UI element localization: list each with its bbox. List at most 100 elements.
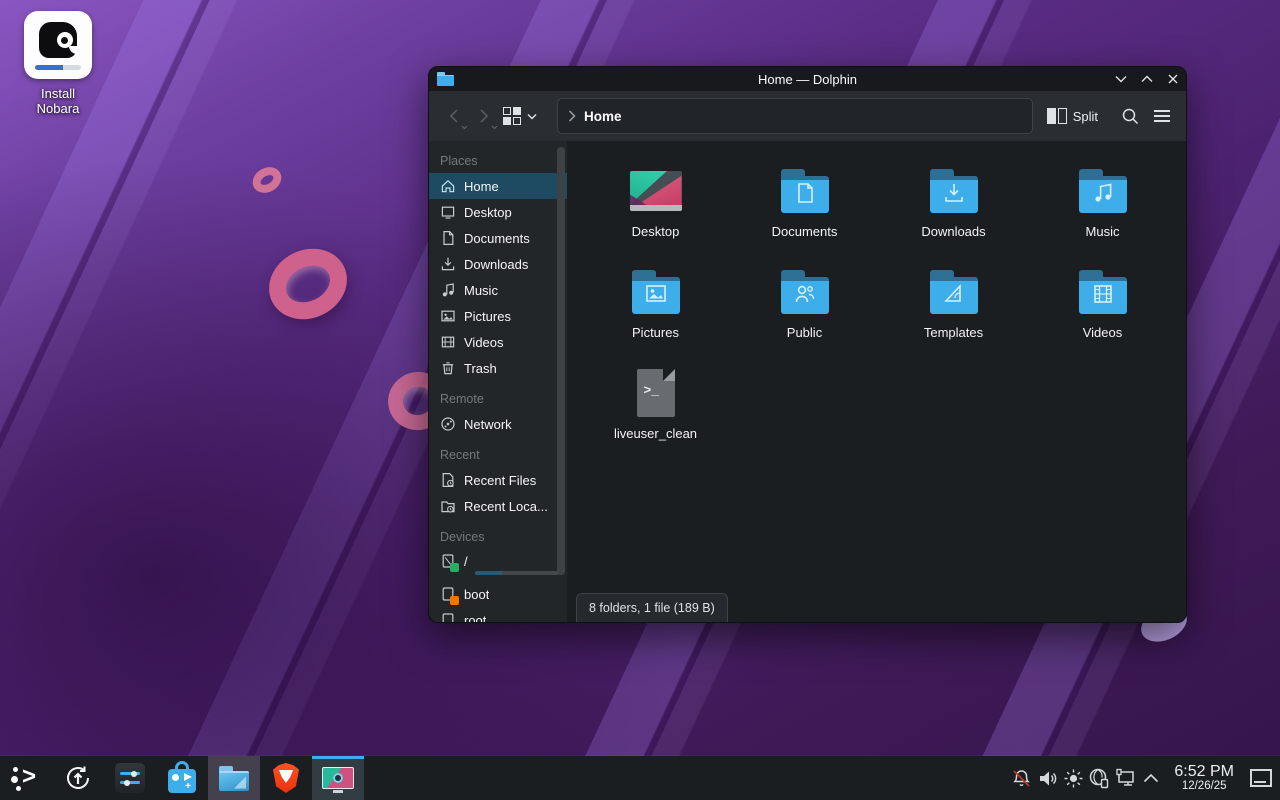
close-button[interactable]	[1160, 67, 1186, 91]
file-item-downloads[interactable]: Downloads	[879, 161, 1028, 262]
back-button[interactable]	[439, 99, 469, 133]
search-icon	[1121, 107, 1139, 125]
discover-button[interactable]: +	[156, 756, 208, 800]
sidebar-item-root-fs[interactable]: /	[429, 549, 567, 581]
sidebar-item-root[interactable]: root	[429, 607, 567, 623]
split-button[interactable]: Split	[1047, 108, 1098, 124]
network-globe-icon	[440, 416, 456, 432]
network-button[interactable]	[1112, 756, 1138, 800]
sidebar-item-boot[interactable]: boot	[429, 581, 567, 607]
shell-script-icon: >_	[637, 369, 675, 417]
hamburger-icon	[1153, 109, 1171, 123]
sidebar-item-downloads[interactable]: Downloads	[429, 251, 567, 277]
hdd-icon	[440, 553, 456, 569]
kde-connect-button[interactable]	[1086, 756, 1112, 800]
film-icon	[440, 334, 456, 350]
folder-download-icon	[928, 169, 980, 213]
music-note-icon	[440, 282, 456, 298]
taskbar-panel: > +	[0, 756, 1280, 800]
sidebar-item-recent-locations[interactable]: Recent Loca...	[429, 493, 567, 519]
recent-file-icon	[440, 472, 456, 488]
hdd-icon	[440, 586, 456, 602]
brave-browser-button[interactable]	[260, 756, 312, 800]
breadcrumb-chevron-icon	[568, 110, 576, 122]
show-desktop-button[interactable]	[1246, 756, 1276, 800]
places-panel: Places Home Desktop Documents Downloads …	[429, 141, 567, 622]
globe-device-icon	[1088, 767, 1110, 789]
speaker-icon	[1037, 768, 1058, 789]
sun-icon	[1063, 768, 1084, 789]
sidebar-scrollbar[interactable]	[557, 147, 565, 575]
split-view-icon	[1047, 108, 1067, 124]
desktop-folder-preview-icon	[630, 171, 682, 211]
file-grid: Desktop Documents Downloads	[581, 161, 1177, 464]
installer-progress-bar	[35, 65, 81, 70]
menu-button[interactable]	[1148, 101, 1176, 131]
titlebar[interactable]: Home — Dolphin	[429, 67, 1186, 91]
clock-date: 12/26/25	[1174, 780, 1234, 792]
file-item-pictures[interactable]: Pictures	[581, 262, 730, 363]
minimize-button[interactable]	[1108, 67, 1134, 91]
notifications-muted-button[interactable]	[1008, 756, 1034, 800]
section-header-recent: Recent	[429, 437, 567, 467]
search-button[interactable]	[1116, 101, 1144, 131]
sliders-icon	[115, 763, 145, 793]
digital-clock[interactable]: 6:52 PM 12/26/25	[1174, 764, 1234, 793]
document-icon	[440, 230, 456, 246]
shopping-bag-icon: +	[168, 769, 196, 793]
sidebar-item-home[interactable]: Home	[429, 173, 567, 199]
hdd-icon	[440, 612, 456, 623]
nobara-updater-button[interactable]	[52, 756, 104, 800]
file-item-templates[interactable]: Templates	[879, 262, 1028, 363]
forward-button[interactable]	[469, 99, 499, 133]
section-header-devices: Devices	[429, 519, 567, 549]
unmounted-emblem	[450, 622, 459, 623]
chevron-down-icon	[527, 113, 537, 120]
unmounted-emblem	[450, 596, 459, 605]
recent-folder-icon	[440, 498, 456, 514]
sidebar-item-documents[interactable]: Documents	[429, 225, 567, 251]
brave-lion-icon	[273, 763, 299, 793]
folder-view[interactable]: Desktop Documents Downloads	[567, 141, 1186, 622]
file-item-documents[interactable]: Documents	[730, 161, 879, 262]
nobara-penguin-logo	[39, 22, 77, 58]
view-mode-button[interactable]	[503, 107, 537, 125]
update-circle-icon	[63, 763, 93, 793]
sidebar-item-desktop[interactable]: Desktop	[429, 199, 567, 225]
file-item-public[interactable]: Public	[730, 262, 879, 363]
sidebar-item-pictures[interactable]: Pictures	[429, 303, 567, 329]
folder-image-icon	[630, 270, 682, 314]
install-nobara-shortcut[interactable]: Install Nobara	[18, 11, 98, 116]
location-bar[interactable]: Home	[557, 98, 1033, 134]
sidebar-item-music[interactable]: Music	[429, 277, 567, 303]
sidebar-item-network[interactable]: Network	[429, 411, 567, 437]
status-bar-summary: 8 folders, 1 file (189 B)	[576, 593, 728, 622]
bell-slash-icon	[1011, 768, 1032, 789]
file-item-desktop[interactable]: Desktop	[581, 161, 730, 262]
system-settings-button[interactable]	[104, 756, 156, 800]
monitor-cable-icon	[1114, 767, 1137, 789]
toolbar: Home Split	[429, 91, 1186, 141]
folder-templates-icon	[928, 270, 980, 314]
file-item-music[interactable]: Music	[1028, 161, 1177, 262]
file-item-videos[interactable]: Videos	[1028, 262, 1177, 363]
maximize-button[interactable]	[1134, 67, 1160, 91]
screenshot-icon	[322, 767, 354, 793]
dolphin-task-button[interactable]	[208, 756, 260, 800]
disk-usage-bar	[475, 571, 559, 575]
system-tray: 6:52 PM 12/26/25	[1008, 756, 1280, 800]
app-launcher-button[interactable]: >	[0, 756, 52, 800]
spectacle-task-button[interactable]	[312, 756, 364, 800]
sidebar-item-videos[interactable]: Videos	[429, 329, 567, 355]
night-color-button[interactable]	[1060, 756, 1086, 800]
file-item-liveuser-clean[interactable]: >_ liveuser_clean	[581, 363, 730, 464]
sidebar-item-trash[interactable]: Trash	[429, 355, 567, 381]
tray-expander-button[interactable]	[1138, 756, 1164, 800]
icon-view-grid-icon	[503, 107, 521, 125]
breadcrumb-home[interactable]: Home	[584, 109, 622, 124]
sidebar-item-recent-files[interactable]: Recent Files	[429, 467, 567, 493]
home-icon	[440, 178, 456, 194]
folder-icon	[219, 766, 249, 791]
volume-button[interactable]	[1034, 756, 1060, 800]
chevron-up-icon	[1143, 773, 1159, 783]
